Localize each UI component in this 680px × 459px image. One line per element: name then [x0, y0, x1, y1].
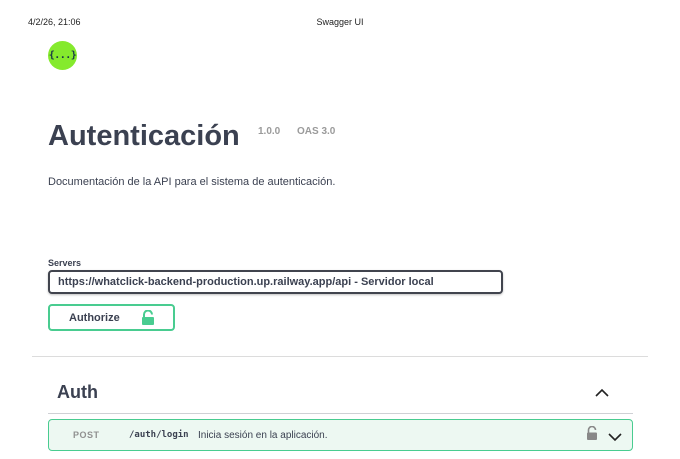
servers-selected-value: https://whatclick-backend-production.up.… [58, 276, 434, 288]
chevron-down-icon[interactable] [607, 430, 623, 448]
section-divider [32, 356, 648, 357]
api-description: Documentación de la API para el sistema … [48, 176, 336, 188]
logo-glyph: {...} [48, 50, 77, 61]
unlocked-icon[interactable] [586, 425, 598, 446]
oas-version: OAS 3.0 [297, 126, 336, 137]
authorize-button[interactable]: Authorize [48, 304, 175, 331]
tag-underline [48, 413, 633, 414]
unlocked-icon [141, 309, 155, 329]
swagger-page: 4/2/26, 21:06 Swagger UI {...} Autentica… [0, 0, 680, 459]
chevron-up-icon[interactable] [593, 386, 611, 400]
operation-path: /auth/login [129, 430, 189, 440]
authorize-label: Authorize [69, 311, 120, 324]
print-page-title: Swagger UI [316, 17, 364, 27]
api-version: 1.0.0 [258, 126, 281, 137]
method-badge: POST [73, 430, 100, 440]
operation-summary: Inicia sesión en la aplicación. [198, 430, 328, 441]
servers-select[interactable]: https://whatclick-backend-production.up.… [48, 270, 503, 294]
swagger-logo-icon[interactable]: {...} [48, 41, 77, 70]
tag-title-auth[interactable]: Auth [57, 382, 98, 403]
api-title: Autenticación [48, 120, 240, 152]
servers-label: Servers [48, 258, 82, 268]
operation-post-auth-login[interactable]: POST /auth/login Inicia sesión en la apl… [48, 419, 633, 451]
